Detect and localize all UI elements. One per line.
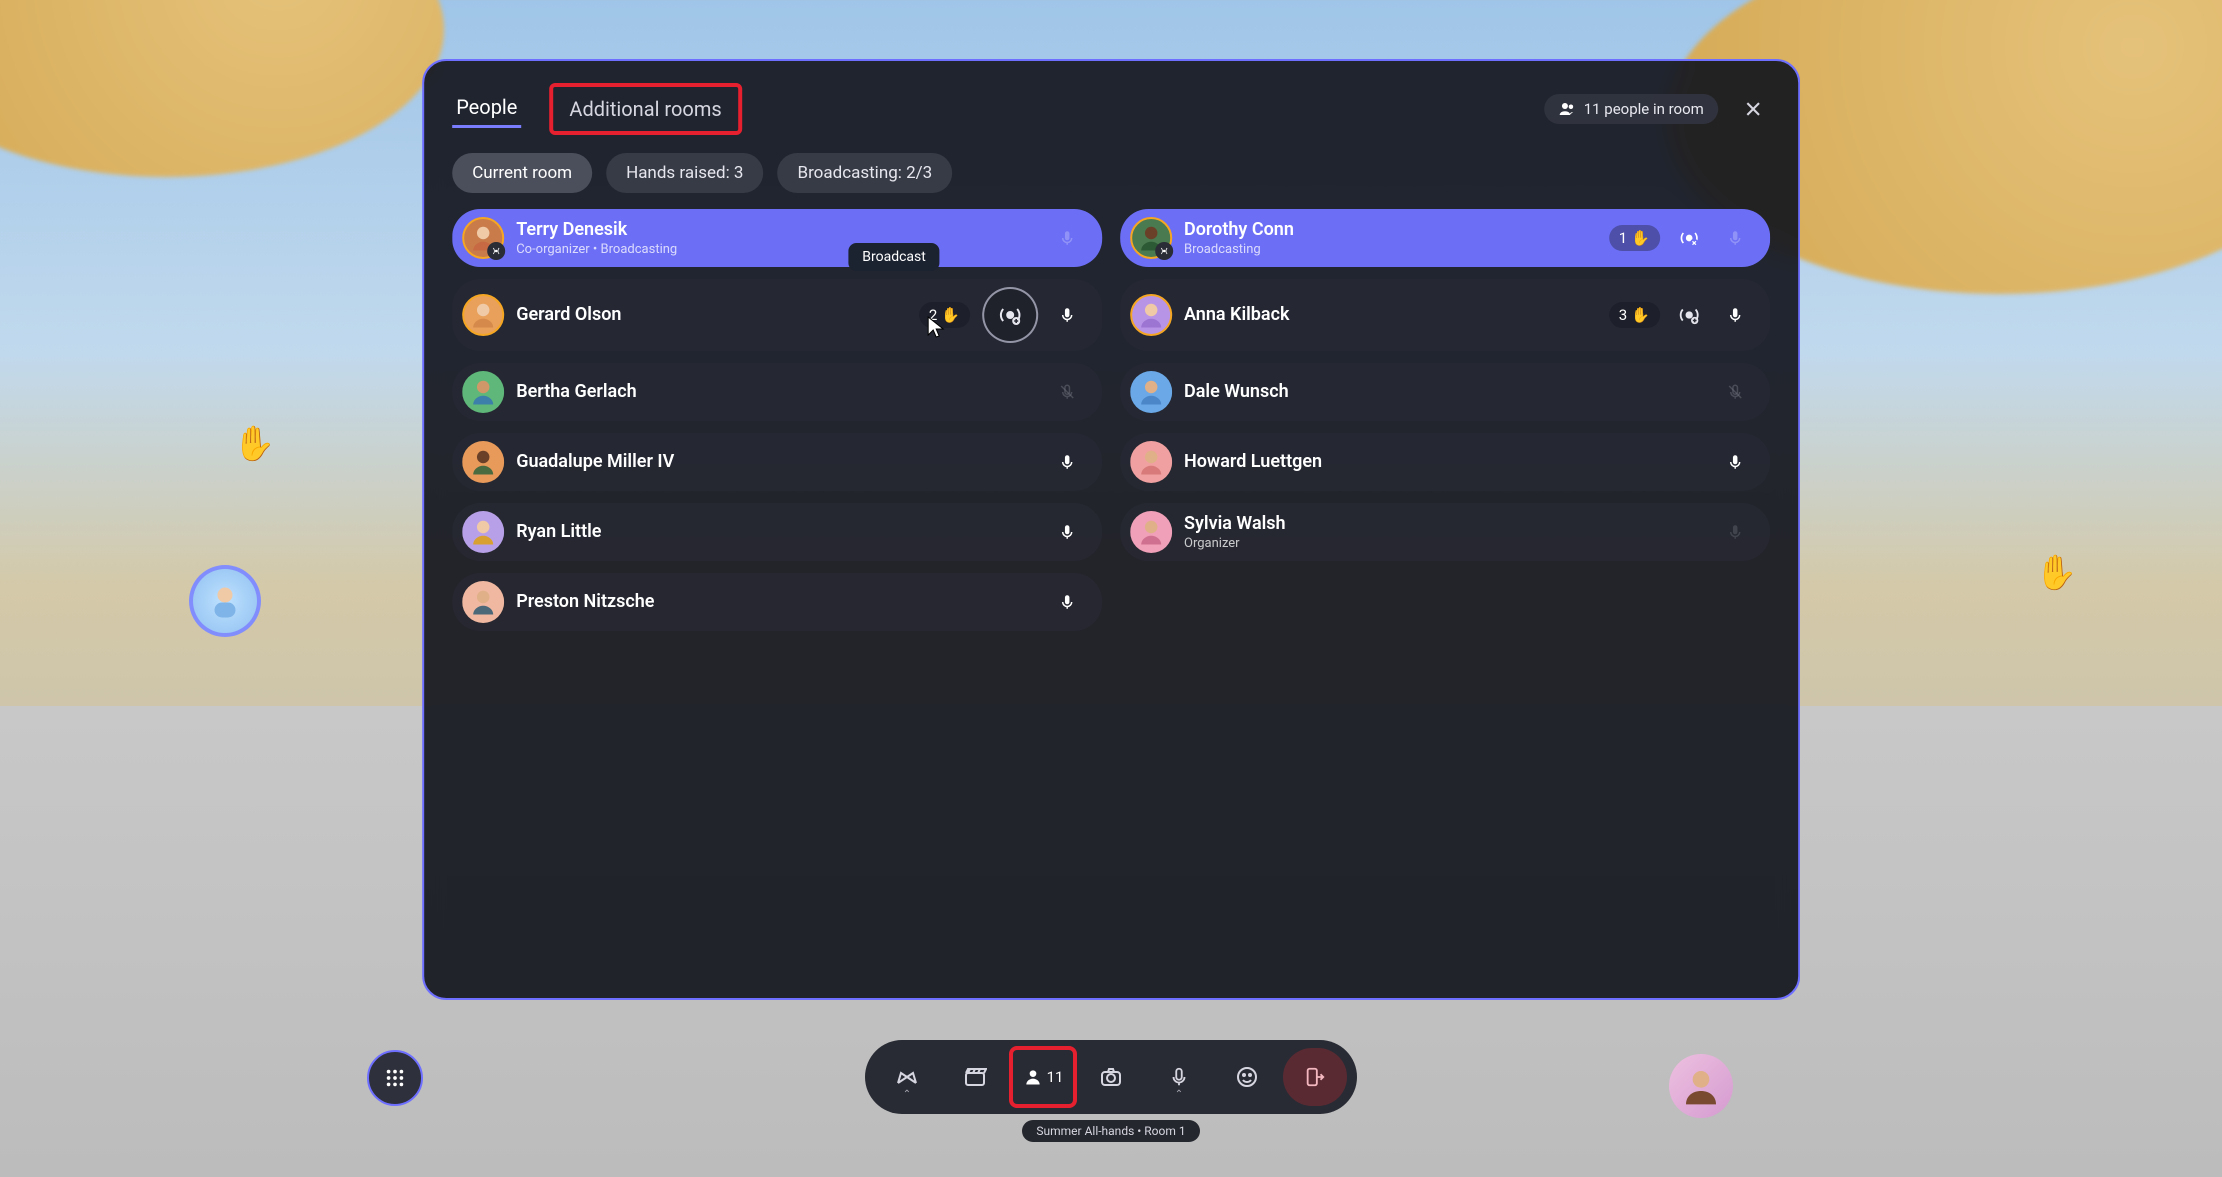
people-icon	[1558, 100, 1576, 118]
room-count-pill[interactable]: 11 people in room	[1544, 94, 1718, 124]
mouse-cursor-icon	[927, 315, 947, 341]
grid-icon	[384, 1067, 406, 1089]
clapper-icon	[963, 1065, 987, 1089]
avatar	[462, 217, 504, 259]
apps-grid-button[interactable]	[367, 1050, 423, 1106]
avatar	[1130, 294, 1172, 336]
people-button[interactable]: 11	[1011, 1048, 1075, 1106]
raised-hand-world-icon: ✋	[233, 424, 275, 464]
person-name: Howard Luettgen	[1184, 451, 1706, 472]
broadcast-badge-icon	[487, 242, 505, 260]
broadcast-button[interactable]	[982, 287, 1038, 343]
avatar	[1130, 371, 1172, 413]
mic-icon[interactable]	[1050, 221, 1084, 255]
avatar	[1130, 511, 1172, 553]
avatar-icon	[1681, 1066, 1721, 1106]
mic-icon[interactable]	[1718, 221, 1752, 255]
leave-icon	[1304, 1066, 1326, 1088]
person-subtitle: Co-organizer • Broadcasting	[516, 242, 1038, 257]
person-name: Sylvia Walsh	[1184, 513, 1706, 534]
clapper-button[interactable]	[943, 1048, 1007, 1106]
avatar	[462, 441, 504, 483]
session-label: Summer All-hands • Room 1	[1022, 1120, 1199, 1142]
mic-icon[interactable]	[1050, 298, 1084, 332]
mic-icon[interactable]	[1718, 515, 1752, 549]
tab-people[interactable]: People	[452, 89, 521, 128]
megaphone-icon	[895, 1065, 919, 1089]
person-row[interactable]: Sylvia Walsh Organizer	[1120, 503, 1770, 561]
bottom-toolbar: ⌃ 11 ⌃	[865, 1040, 1357, 1114]
person-row[interactable]: Anna Kilback 3✋	[1120, 279, 1770, 351]
person-name: Guadalupe Miller IV	[516, 451, 1038, 472]
tab-additional-rooms[interactable]: Additional rooms	[565, 91, 725, 127]
stop-broadcast-icon[interactable]	[1672, 221, 1706, 255]
avatar	[462, 294, 504, 336]
leave-button[interactable]	[1283, 1048, 1347, 1106]
person-name: Ryan Little	[516, 521, 1038, 542]
people-panel: People Additional rooms 11 people in roo…	[422, 59, 1800, 1001]
broadcast-button[interactable]	[1672, 298, 1706, 332]
raised-hand-world-icon: ✋	[2035, 553, 2077, 593]
person-row[interactable]: Preston Nitzsche	[452, 573, 1102, 631]
smile-icon	[1235, 1065, 1259, 1089]
megaphone-button[interactable]: ⌃	[875, 1048, 939, 1106]
close-icon	[1743, 99, 1763, 119]
camera-icon	[1099, 1065, 1123, 1089]
avatar	[1130, 441, 1172, 483]
chevron-up-icon: ⌃	[1175, 1089, 1183, 1100]
person-name: Bertha Gerlach	[516, 381, 1038, 402]
emoji-button[interactable]	[1215, 1048, 1279, 1106]
mic-muted-icon[interactable]	[1718, 375, 1752, 409]
person-name: Dale Wunsch	[1184, 381, 1706, 402]
broadcast-badge-icon	[1155, 242, 1173, 260]
broadcast-tooltip: Broadcast	[848, 243, 940, 271]
mic-icon[interactable]	[1718, 445, 1752, 479]
tab-additional-rooms-highlight: Additional rooms	[549, 83, 741, 135]
person-subtitle: Organizer	[1184, 536, 1706, 551]
spatial-avatar-bubble[interactable]	[189, 565, 261, 637]
people-list: Terry Denesik Co-organizer • Broadcastin…	[452, 209, 1770, 631]
camera-button[interactable]	[1079, 1048, 1143, 1106]
people-count: 11	[1047, 1068, 1064, 1086]
panel-header: People Additional rooms 11 people in roo…	[452, 83, 1770, 135]
mic-icon[interactable]	[1050, 515, 1084, 549]
person-name: Terry Denesik	[516, 219, 1038, 240]
person-name: Dorothy Conn	[1184, 219, 1597, 240]
mic-muted-icon[interactable]	[1050, 375, 1084, 409]
mic-icon[interactable]	[1050, 445, 1084, 479]
avatar	[462, 371, 504, 413]
chip-broadcasting[interactable]: Broadcasting: 2/3	[777, 153, 952, 193]
person-icon	[1023, 1067, 1043, 1087]
hand-raised-badge: 3✋	[1609, 302, 1660, 328]
mic-button[interactable]: ⌃	[1147, 1048, 1211, 1106]
person-name: Gerard Olson	[516, 304, 907, 325]
close-button[interactable]	[1736, 92, 1770, 126]
person-name: Anna Kilback	[1184, 304, 1597, 325]
person-row[interactable]: Howard Luettgen	[1120, 433, 1770, 491]
mic-icon[interactable]	[1718, 298, 1752, 332]
person-row[interactable]: Dale Wunsch	[1120, 363, 1770, 421]
mic-icon[interactable]	[1050, 585, 1084, 619]
mic-icon	[1168, 1066, 1190, 1088]
room-count-label: 11 people in room	[1584, 100, 1704, 118]
person-row[interactable]: Terry Denesik Co-organizer • Broadcastin…	[452, 209, 1102, 267]
person-subtitle: Broadcasting	[1184, 242, 1597, 257]
chip-hands-raised[interactable]: Hands raised: 3	[606, 153, 763, 193]
hand-raised-badge: 1✋	[1609, 225, 1660, 251]
self-avatar[interactable]	[1669, 1054, 1733, 1118]
person-row[interactable]: Gerard Olson 2✋ Broadcast	[452, 279, 1102, 351]
avatar	[462, 511, 504, 553]
chip-current-room[interactable]: Current room	[452, 153, 592, 193]
filter-chips: Current room Hands raised: 3 Broadcastin…	[452, 153, 1770, 193]
person-row[interactable]: Bertha Gerlach	[452, 363, 1102, 421]
avatar	[1130, 217, 1172, 259]
person-row[interactable]: Guadalupe Miller IV	[452, 433, 1102, 491]
bottom-toolbar-wrap: ⌃ 11 ⌃ Summer All-hands • Room 1	[865, 1040, 1357, 1142]
person-name: Preston Nitzsche	[516, 591, 1038, 612]
person-row[interactable]: Ryan Little	[452, 503, 1102, 561]
person-row[interactable]: Dorothy Conn Broadcasting 1✋	[1120, 209, 1770, 267]
avatar	[462, 581, 504, 623]
chevron-up-icon: ⌃	[903, 1089, 911, 1100]
